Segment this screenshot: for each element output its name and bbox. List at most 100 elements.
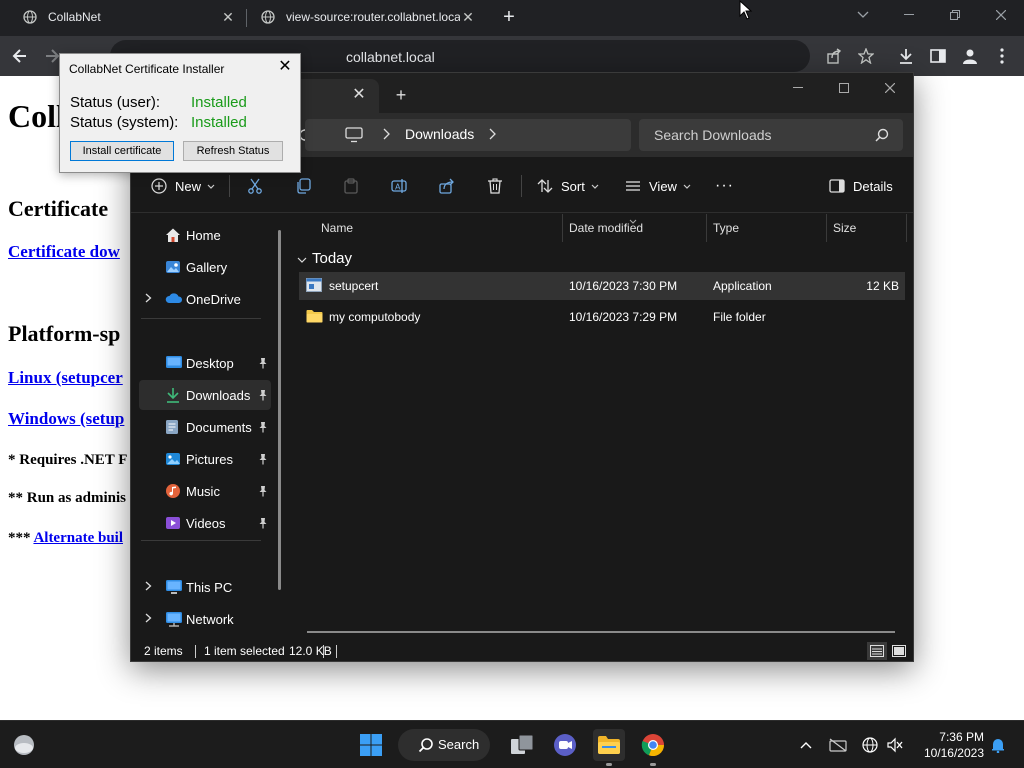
nav-item-this-pc[interactable]: This PC	[139, 572, 271, 602]
details-view-icon[interactable]	[867, 642, 887, 660]
nav-item-documents[interactable]: Documents	[139, 412, 271, 442]
taskbar-clock[interactable]: 7:36 PM 10/16/2023	[916, 729, 984, 761]
details-pane-icon	[829, 179, 845, 193]
close-tab-icon[interactable]: ✕	[220, 9, 236, 25]
column-header-size[interactable]: Size	[827, 214, 907, 242]
trash-icon	[487, 178, 503, 194]
view-lines-icon	[625, 178, 641, 194]
nav-item-pictures[interactable]: Pictures	[139, 444, 271, 474]
notification-bell-icon[interactable]	[988, 735, 1008, 755]
file-row-my-computobody[interactable]: my computobody 10/16/2023 7:29 PM File f…	[299, 303, 905, 331]
dialog-close-button[interactable]: ✕	[276, 58, 294, 76]
nav-item-network[interactable]: Network	[139, 604, 271, 634]
bookmark-star-icon[interactable]	[854, 44, 878, 68]
refresh-status-button[interactable]: Refresh Status	[183, 141, 283, 161]
cut-button[interactable]	[247, 175, 263, 197]
application-icon	[306, 278, 322, 295]
pin-icon	[257, 485, 269, 497]
close-icon[interactable]	[867, 73, 913, 103]
nav-item-music[interactable]: Music	[139, 476, 271, 506]
share-button[interactable]	[439, 175, 455, 197]
videos-icon	[165, 515, 183, 531]
restore-icon[interactable]	[932, 0, 978, 30]
nav-item-label: Downloads	[186, 387, 251, 403]
linux-link[interactable]: Linux (setupcer	[8, 368, 123, 387]
chevron-right-icon[interactable]	[145, 581, 155, 594]
explorer-new-tab-button[interactable]: +	[391, 85, 411, 105]
view-button[interactable]: View	[625, 175, 691, 197]
profile-icon[interactable]	[958, 44, 982, 68]
chevron-up-icon[interactable]	[796, 735, 816, 755]
sort-button[interactable]: Sort	[537, 175, 599, 197]
explorer-address-bar[interactable]: Downloads	[305, 119, 631, 151]
chevron-down-icon	[591, 184, 599, 189]
nav-item-videos[interactable]: Videos	[139, 508, 271, 538]
nav-item-label: This PC	[186, 579, 233, 595]
column-header-name[interactable]: Name	[289, 214, 563, 242]
group-header-today[interactable]: Today	[297, 248, 352, 268]
nav-item-gallery[interactable]: Gallery	[139, 252, 271, 282]
certificate-download-link[interactable]: Certificate dow	[8, 242, 120, 261]
teams-chat-icon[interactable]	[549, 729, 581, 761]
tab-search-icon[interactable]	[840, 0, 886, 30]
side-panel-icon[interactable]	[926, 44, 950, 68]
more-options-button[interactable]: ···	[715, 175, 734, 197]
close-tab-icon[interactable]: ✕	[460, 9, 476, 25]
back-arrow-icon[interactable]	[8, 44, 32, 68]
paste-button[interactable]	[343, 175, 359, 197]
file-type: Application	[713, 279, 772, 293]
start-button-icon[interactable]	[355, 729, 387, 761]
file-row-setupcert[interactable]: setupcert 10/16/2023 7:30 PM Application…	[299, 272, 905, 300]
browser-tab-collabnet[interactable]: CollabNet ✕	[8, 0, 246, 34]
delete-button[interactable]	[487, 175, 503, 197]
file-explorer-taskbar-icon[interactable]	[593, 729, 625, 761]
maximize-icon[interactable]	[821, 73, 867, 103]
nav-item-home[interactable]: Home	[139, 220, 271, 250]
weather-widget-icon[interactable]	[8, 729, 40, 761]
file-type: File folder	[713, 310, 766, 324]
taskbar-search-button[interactable]: Search	[398, 729, 490, 761]
nav-item-onedrive[interactable]: OneDrive	[139, 284, 271, 314]
browser-tab-title: view-source:router.collabnet.loca	[286, 10, 460, 24]
install-certificate-button[interactable]: Install certificate	[70, 141, 174, 161]
chrome-taskbar-icon[interactable]	[637, 729, 669, 761]
alternate-build-link[interactable]: Alternate buil	[33, 530, 123, 546]
browser-tab-view-source[interactable]: view-source:router.collabnet.loca ✕	[246, 0, 486, 34]
tiles-view-icon[interactable]	[889, 642, 909, 660]
download-icon[interactable]	[894, 44, 918, 68]
nav-item-label: Desktop	[186, 355, 234, 371]
share-icon[interactable]	[822, 44, 846, 68]
minimize-icon[interactable]	[775, 73, 821, 103]
nav-item-downloads[interactable]: Downloads	[139, 380, 271, 410]
plus-circle-icon	[151, 178, 167, 194]
chevron-right-icon[interactable]	[145, 293, 155, 306]
minimize-icon[interactable]	[886, 0, 932, 30]
network-globe-icon[interactable]	[860, 735, 880, 755]
menu-dots-icon[interactable]	[990, 44, 1014, 68]
windows-link[interactable]: Windows (setup	[8, 409, 124, 428]
chevron-right-icon[interactable]	[383, 127, 397, 143]
horizontal-scrollbar[interactable]	[307, 631, 895, 633]
nav-item-desktop[interactable]: Desktop	[139, 348, 271, 378]
details-button[interactable]: Details	[829, 175, 893, 197]
volume-muted-icon[interactable]	[885, 735, 905, 755]
pin-icon	[257, 389, 269, 401]
column-header-date-modified[interactable]: Date modified	[563, 214, 707, 242]
copy-button[interactable]	[295, 175, 311, 197]
navigation-pane: Home Gallery OneDrive Desktop Downloads Docum…	[131, 214, 287, 638]
close-icon[interactable]	[978, 0, 1024, 30]
chevron-right-icon[interactable]	[489, 127, 503, 143]
breadcrumb-downloads[interactable]: Downloads	[405, 126, 474, 142]
search-downloads-input[interactable]: Search Downloads	[639, 119, 903, 151]
tray-app-icon[interactable]	[828, 735, 848, 755]
new-tab-button[interactable]: +	[498, 6, 520, 28]
chevron-right-icon[interactable]	[145, 613, 155, 626]
nav-item-label: OneDrive	[186, 291, 241, 307]
task-view-icon[interactable]	[506, 729, 538, 761]
rename-button[interactable]: A	[391, 175, 407, 197]
file-date: 10/16/2023 7:30 PM	[569, 279, 678, 293]
column-header-type[interactable]: Type	[707, 214, 827, 242]
navigation-scrollbar[interactable]	[278, 230, 281, 590]
new-button[interactable]: New	[151, 175, 215, 197]
close-tab-icon[interactable]: ✕	[349, 85, 369, 105]
